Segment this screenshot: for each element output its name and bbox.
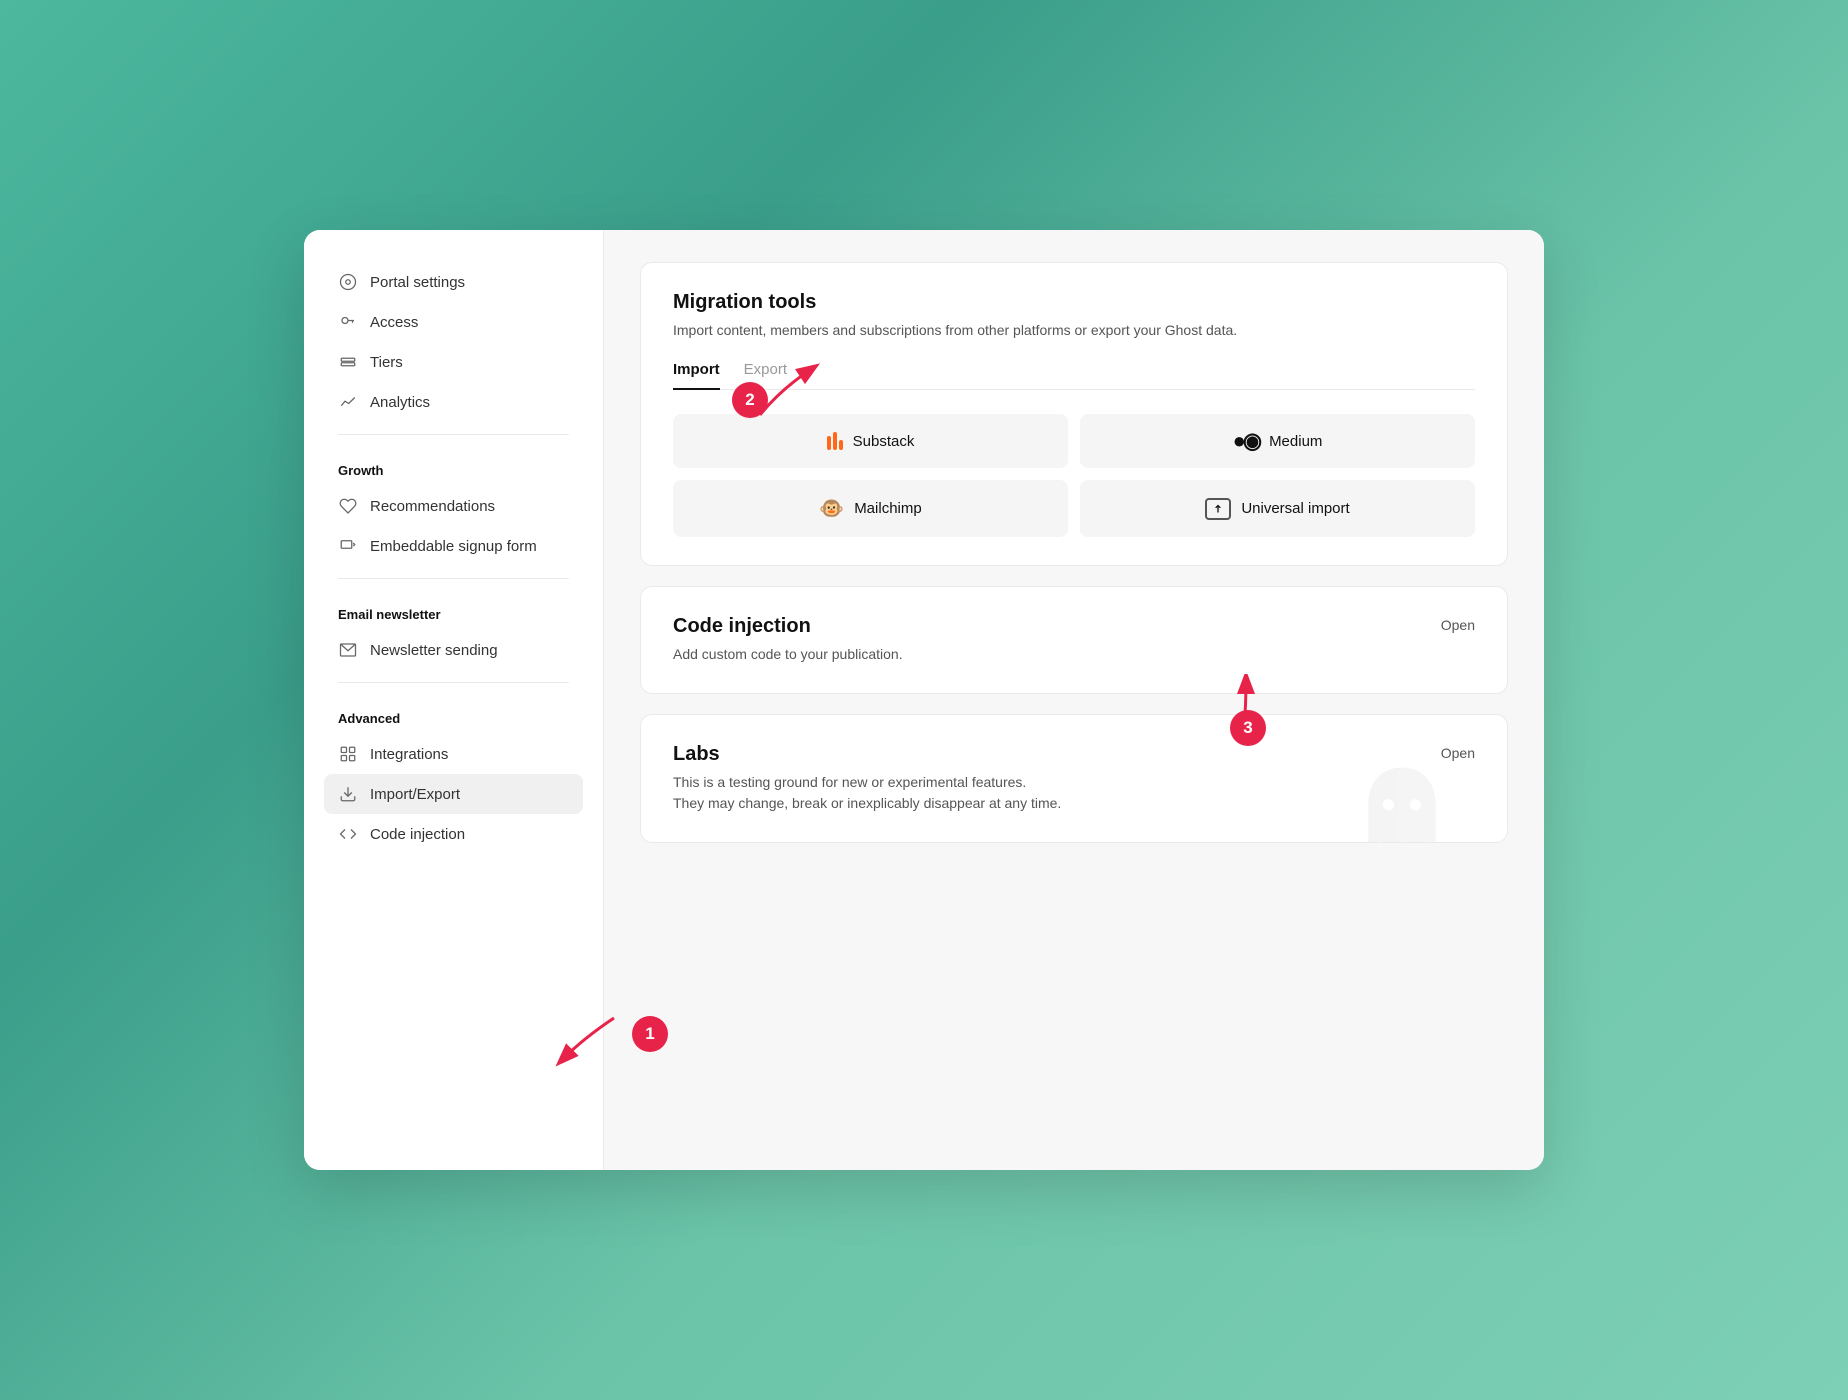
tab-import[interactable]: Import bbox=[673, 361, 720, 390]
section-growth: Growth bbox=[324, 447, 583, 486]
sidebar-item-access[interactable]: Access bbox=[324, 302, 583, 342]
section-email-newsletter: Email newsletter bbox=[324, 591, 583, 630]
import-medium-button[interactable]: ●◉ Medium bbox=[1080, 414, 1475, 468]
import-buttons-grid: Substack ●◉ Medium 🐵 Mailchimp bbox=[673, 414, 1475, 537]
sidebar-item-tiers[interactable]: Tiers bbox=[324, 342, 583, 382]
chart-icon bbox=[338, 392, 358, 412]
labs-content: Labs This is a testing ground for new or… bbox=[673, 743, 1061, 814]
gear-circle-icon bbox=[338, 272, 358, 292]
sidebar-label-integrations: Integrations bbox=[370, 746, 448, 763]
medium-label: Medium bbox=[1269, 433, 1322, 450]
labs-description: This is a testing ground for new or expe… bbox=[673, 772, 1061, 814]
code-injection-title: Code injection bbox=[673, 615, 903, 638]
code-injection-card: Code injection Add custom code to your p… bbox=[640, 586, 1508, 694]
code-injection-content: Code injection Add custom code to your p… bbox=[673, 615, 903, 665]
key-icon bbox=[338, 312, 358, 332]
badge-2: 2 bbox=[732, 382, 768, 418]
upload-icon bbox=[1205, 498, 1231, 520]
migration-tools-description: Import content, members and subscription… bbox=[673, 320, 1475, 341]
mailchimp-icon: 🐵 bbox=[819, 496, 844, 521]
grid-icon bbox=[338, 744, 358, 764]
migration-tools-card: Migration tools Import content, members … bbox=[640, 262, 1508, 566]
sidebar-item-code-injection[interactable]: Code injection bbox=[324, 814, 583, 854]
labs-row: Labs This is a testing ground for new or… bbox=[673, 743, 1475, 814]
sidebar-label-recommendations: Recommendations bbox=[370, 498, 495, 515]
code-icon bbox=[338, 824, 358, 844]
sidebar-label-tiers: Tiers bbox=[370, 354, 403, 371]
import-mailchimp-button[interactable]: 🐵 Mailchimp bbox=[673, 480, 1068, 537]
labs-card: Labs This is a testing ground for new or… bbox=[640, 714, 1508, 843]
badge-1: 1 bbox=[632, 1016, 668, 1052]
sidebar-label-code-injection: Code injection bbox=[370, 826, 465, 843]
labs-title: Labs bbox=[673, 743, 1061, 766]
mailchimp-label: Mailchimp bbox=[854, 500, 922, 517]
envelope-icon bbox=[338, 640, 358, 660]
badge-3-number: 3 bbox=[1243, 718, 1252, 738]
sidebar-item-newsletter-sending[interactable]: Newsletter sending bbox=[324, 630, 583, 670]
substack-icon bbox=[827, 432, 843, 450]
layers-icon bbox=[338, 352, 358, 372]
ghost-decoration bbox=[1357, 762, 1447, 842]
divider-3 bbox=[338, 682, 569, 683]
sidebar-label-portal-settings: Portal settings bbox=[370, 274, 465, 291]
badge-3: 3 bbox=[1230, 710, 1266, 746]
import-export-tabs: Import Export bbox=[673, 361, 1475, 390]
code-injection-open-link[interactable]: Open bbox=[1441, 615, 1475, 633]
sidebar-item-integrations[interactable]: Integrations bbox=[324, 734, 583, 774]
sidebar-label-analytics: Analytics bbox=[370, 394, 430, 411]
signup-icon bbox=[338, 536, 358, 556]
section-advanced: Advanced bbox=[324, 695, 583, 734]
sidebar-label-embeddable-signup: Embeddable signup form bbox=[370, 538, 537, 555]
universal-import-label: Universal import bbox=[1241, 500, 1349, 517]
import-substack-button[interactable]: Substack bbox=[673, 414, 1068, 468]
sidebar-item-recommendations[interactable]: Recommendations bbox=[324, 486, 583, 526]
labs-open-link[interactable]: Open bbox=[1441, 743, 1475, 761]
import-icon bbox=[338, 784, 358, 804]
main-content: Migration tools Import content, members … bbox=[604, 230, 1544, 1170]
import-universal-button[interactable]: Universal import bbox=[1080, 480, 1475, 537]
badge-1-number: 1 bbox=[645, 1024, 654, 1044]
divider-2 bbox=[338, 578, 569, 579]
badge-2-number: 2 bbox=[745, 390, 754, 410]
sidebar-item-analytics[interactable]: Analytics bbox=[324, 382, 583, 422]
heart-icon bbox=[338, 496, 358, 516]
sidebar-label-import-export: Import/Export bbox=[370, 786, 460, 803]
sidebar-label-access: Access bbox=[370, 314, 418, 331]
sidebar-item-portal-settings[interactable]: Portal settings bbox=[324, 262, 583, 302]
sidebar-label-newsletter-sending: Newsletter sending bbox=[370, 642, 498, 659]
substack-label: Substack bbox=[853, 433, 915, 450]
code-injection-row: Code injection Add custom code to your p… bbox=[673, 615, 1475, 665]
code-injection-description: Add custom code to your publication. bbox=[673, 644, 903, 665]
sidebar-item-embeddable-signup[interactable]: Embeddable signup form bbox=[324, 526, 583, 566]
divider-1 bbox=[338, 434, 569, 435]
sidebar-item-import-export[interactable]: Import/Export bbox=[324, 774, 583, 814]
migration-tools-title: Migration tools bbox=[673, 291, 1475, 314]
medium-icon: ●◉ bbox=[1233, 430, 1259, 452]
sidebar: Portal settings Access Tiers bbox=[304, 230, 604, 1170]
app-container: Portal settings Access Tiers bbox=[304, 230, 1544, 1170]
